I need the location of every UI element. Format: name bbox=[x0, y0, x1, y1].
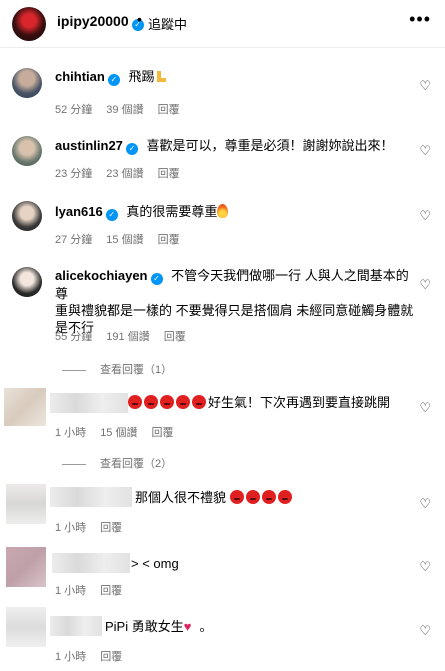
comment-trailing-text: 。 bbox=[199, 619, 213, 634]
angry-emoji-icon bbox=[176, 395, 190, 409]
comment-time: 27 分鐘 bbox=[55, 234, 93, 246]
comment-item: 好生氣！下次再遇到要直接跳開 1 小時 15 個讚 回覆 ♡ 查看回覆（2） bbox=[0, 388, 445, 478]
like-heart-icon[interactable]: ♡ bbox=[419, 277, 431, 293]
reply-button[interactable]: 回覆 bbox=[100, 522, 122, 534]
commenter-username[interactable] bbox=[50, 616, 102, 636]
comment-item: chihtian ✓ 飛踢 52 分鐘 39 個讚 回覆 ♡ bbox=[0, 66, 445, 116]
angry-emoji-icon bbox=[144, 395, 158, 409]
commenter-username[interactable]: lyan616 bbox=[55, 204, 103, 219]
commenter-username[interactable]: chihtian bbox=[55, 69, 105, 84]
comment-text: 飛踢 bbox=[128, 69, 155, 84]
like-heart-icon[interactable]: ♡ bbox=[419, 208, 431, 224]
angry-emoji-icon bbox=[278, 490, 293, 504]
comment-item: lyan616 ✓ 真的很需要尊重 27 分鐘 15 個讚 回覆 ♡ bbox=[0, 199, 445, 249]
like-heart-icon[interactable]: ♡ bbox=[419, 496, 431, 512]
commenter-avatar[interactable] bbox=[12, 136, 42, 166]
view-replies-button[interactable]: 查看回覆（1） bbox=[62, 361, 172, 377]
commenter-avatar[interactable] bbox=[6, 484, 46, 524]
reply-button[interactable]: 回覆 bbox=[158, 234, 180, 246]
comment-time: 1 小時 bbox=[55, 427, 87, 439]
commenter-username[interactable] bbox=[52, 553, 130, 573]
angry-emoji-icon bbox=[192, 395, 206, 409]
verified-icon: ✓ bbox=[125, 143, 138, 155]
verified-icon: ✓ bbox=[150, 273, 163, 285]
commenter-username[interactable]: austinlin27 bbox=[55, 138, 123, 153]
comment-likes[interactable]: 191 個讚 bbox=[106, 331, 149, 343]
poster-avatar[interactable] bbox=[12, 7, 46, 41]
post-header: ipipy20000 ✓ • 追蹤中 ••• bbox=[0, 0, 445, 48]
more-options-icon[interactable]: ••• bbox=[409, 9, 431, 30]
following-button[interactable]: 追蹤中 bbox=[148, 14, 187, 33]
commenter-avatar[interactable] bbox=[6, 547, 46, 587]
red-heart-emoji-icon: ♥ bbox=[183, 619, 192, 634]
separator-dot: • bbox=[137, 11, 142, 27]
comment-time: 1 小時 bbox=[55, 651, 87, 663]
replies-divider bbox=[62, 463, 86, 465]
reply-button[interactable]: 回覆 bbox=[151, 427, 173, 439]
comment-text: > < omg bbox=[131, 556, 179, 571]
like-heart-icon[interactable]: ♡ bbox=[419, 78, 431, 94]
comment-likes[interactable]: 39 個讚 bbox=[106, 104, 143, 116]
comment-text-line: 重與禮貌都是一樣的 不要覺得只是搭個肩 未經同意碰觸身體就 bbox=[55, 303, 414, 318]
commenter-username[interactable] bbox=[50, 393, 128, 413]
comment-text: 喜歡是可以，尊重是必須！謝謝妳說出來！ bbox=[146, 138, 394, 153]
comment-time: 1 小時 bbox=[55, 522, 87, 534]
commenter-avatar[interactable] bbox=[12, 267, 42, 297]
comment-text: PiPi 勇敢女生 bbox=[105, 619, 184, 634]
fire-emoji-icon bbox=[217, 204, 229, 218]
reply-button[interactable]: 回覆 bbox=[100, 651, 122, 663]
comment-time: 23 分鐘 bbox=[55, 168, 93, 180]
poster-username[interactable]: ipipy20000 ✓ bbox=[57, 13, 144, 31]
commenter-avatar[interactable] bbox=[12, 201, 42, 231]
reply-button[interactable]: 回覆 bbox=[164, 331, 186, 343]
comment-text: 好生氣！下次再遇到要直接跳開 bbox=[208, 395, 391, 410]
comment-likes[interactable]: 15 個讚 bbox=[106, 234, 143, 246]
comment-time: 55 分鐘 bbox=[55, 331, 93, 343]
foot-emoji-icon bbox=[157, 71, 167, 82]
replies-divider bbox=[62, 369, 86, 371]
commenter-username[interactable] bbox=[50, 487, 132, 507]
verified-icon: ✓ bbox=[105, 209, 118, 221]
comment-time: 1 小時 bbox=[55, 585, 87, 597]
reply-button[interactable]: 回覆 bbox=[158, 104, 180, 116]
angry-emoji-icon bbox=[262, 490, 277, 504]
like-heart-icon[interactable]: ♡ bbox=[419, 143, 431, 159]
reply-button[interactable]: 回覆 bbox=[100, 585, 122, 597]
commenter-username[interactable]: alicekochiayen bbox=[55, 268, 148, 283]
comment-text: 真的很需要尊重 bbox=[126, 204, 218, 219]
angry-emoji-icon bbox=[160, 395, 174, 409]
commenter-avatar[interactable] bbox=[12, 68, 42, 98]
comment-item: PiPi 勇敢女生♥ 。 1 小時 回覆 ♡ bbox=[0, 607, 445, 667]
like-heart-icon[interactable]: ♡ bbox=[419, 559, 431, 575]
commenter-avatar[interactable] bbox=[6, 607, 46, 647]
comment-item: 那個人很不禮貌 1 小時 回覆 ♡ bbox=[0, 484, 445, 534]
angry-emoji-icon bbox=[230, 490, 245, 504]
comment-item: alicekochiayen ✓ 不管今天我們做哪一行 人與人之間基本的尊 重與禮… bbox=[0, 265, 445, 377]
angry-emoji-icon bbox=[246, 490, 261, 504]
comment-time: 52 分鐘 bbox=[55, 104, 93, 116]
comment-text: 那個人很不禮貌 bbox=[135, 490, 227, 505]
view-replies-button[interactable]: 查看回覆（2） bbox=[62, 455, 172, 471]
like-heart-icon[interactable]: ♡ bbox=[419, 623, 431, 639]
verified-icon: ✓ bbox=[107, 74, 120, 86]
comment-item: > < omg 1 小時 回覆 ♡ bbox=[0, 545, 445, 597]
reply-button[interactable]: 回覆 bbox=[158, 168, 180, 180]
angry-emoji-icon bbox=[128, 395, 142, 409]
like-heart-icon[interactable]: ♡ bbox=[419, 400, 431, 416]
comment-likes[interactable]: 15 個讚 bbox=[100, 427, 137, 439]
commenter-avatar[interactable] bbox=[4, 388, 46, 426]
comment-likes[interactable]: 23 個讚 bbox=[106, 168, 143, 180]
comment-item: austinlin27 ✓ 喜歡是可以，尊重是必須！謝謝妳說出來！ 23 分鐘 23… bbox=[0, 134, 445, 184]
